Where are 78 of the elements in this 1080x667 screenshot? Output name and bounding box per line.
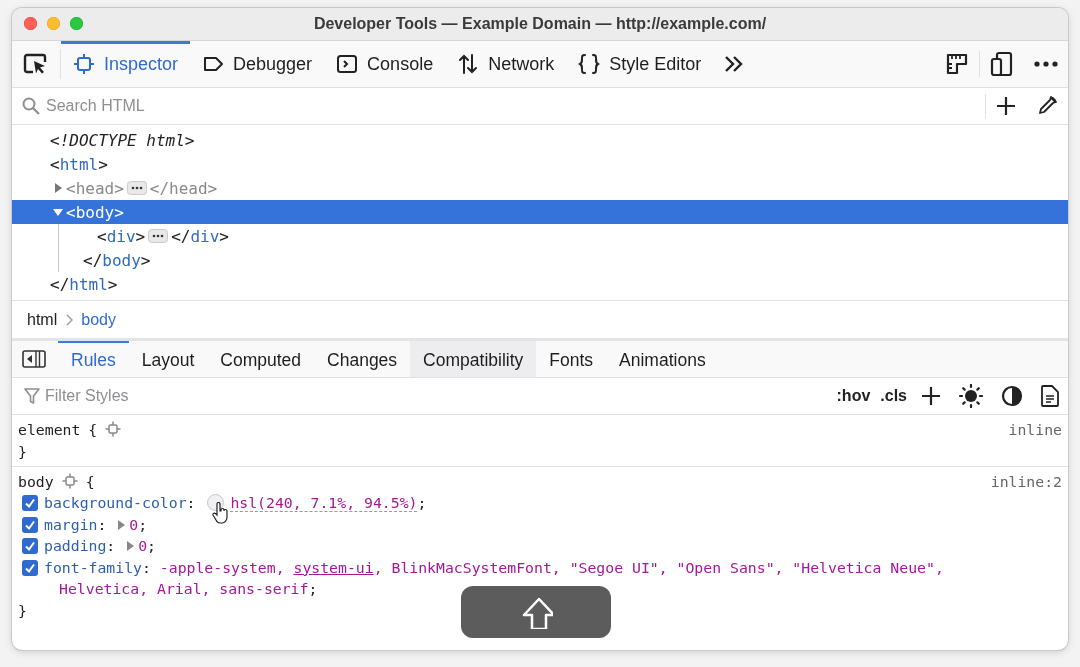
toolbar-tab[interactable]: Console bbox=[324, 41, 446, 87]
tag-text: </div> bbox=[171, 226, 229, 246]
sidebar-tab[interactable]: Computed bbox=[207, 341, 315, 377]
braces-icon bbox=[578, 53, 601, 75]
sidebar-toggle-icon bbox=[22, 350, 46, 368]
check-icon bbox=[24, 497, 36, 509]
chevron-right-icon bbox=[65, 313, 74, 326]
css-declaration[interactable]: font-family: -apple-system, system-ui, BlinkMacSystemFont, "Segoe UI", "Open Sans", "Helvetica Neue", Helvetica, Arial, sans-serif; bbox=[44, 556, 986, 600]
expand-triangle-icon bbox=[126, 541, 135, 551]
markup-node[interactable]: <div> </div> bbox=[59, 224, 1068, 248]
tag-text: </html> bbox=[50, 274, 118, 294]
rule-selector: body bbox=[18, 472, 54, 490]
document-icon bbox=[1041, 385, 1059, 407]
crosshair-box-icon bbox=[73, 53, 95, 75]
ellipsis-icon bbox=[1034, 61, 1058, 67]
rule-source-link[interactable]: inline bbox=[1008, 420, 1062, 438]
filter-field[interactable]: Filter Styles bbox=[40, 386, 832, 406]
sidebar-tab[interactable]: Layout bbox=[128, 341, 208, 377]
declaration-checkbox[interactable] bbox=[22, 538, 38, 554]
tag-text: <head> bbox=[66, 178, 124, 198]
search-icon bbox=[22, 97, 40, 115]
brace-text: } bbox=[18, 442, 27, 460]
brace-text: { bbox=[85, 472, 95, 490]
css-declaration[interactable]: padding: 0; bbox=[44, 535, 157, 557]
toolbar-tab[interactable]: Network bbox=[445, 41, 567, 87]
sidebar-tab[interactable]: Changes bbox=[314, 341, 411, 377]
sidebar-tab[interactable]: Fonts bbox=[536, 341, 607, 377]
expand-triangle-icon bbox=[117, 519, 126, 530]
markup-node[interactable]: <head> </head> bbox=[12, 176, 1068, 200]
declaration-checkbox[interactable] bbox=[22, 495, 38, 511]
pseudo-class-toggle[interactable]: .cls bbox=[875, 387, 912, 405]
check-icon bbox=[24, 540, 36, 552]
close-button[interactable] bbox=[24, 17, 37, 30]
crosshair-box-icon[interactable] bbox=[105, 421, 122, 437]
sidebar-tab[interactable]: Animations bbox=[606, 341, 719, 377]
expanded-triangle-icon[interactable] bbox=[53, 207, 63, 217]
declaration-checkbox[interactable] bbox=[22, 516, 38, 533]
cursor-box-icon bbox=[23, 52, 49, 76]
funnel-icon bbox=[24, 387, 40, 405]
pointer-hand-icon bbox=[211, 502, 230, 524]
sidebar-tab[interactable]: Compatibility bbox=[410, 341, 537, 377]
terminal-icon bbox=[336, 53, 359, 75]
markup-node[interactable]: <html> bbox=[12, 152, 1068, 176]
rule-source-link[interactable]: inline:2 bbox=[990, 472, 1062, 490]
tag-text: </head> bbox=[149, 178, 218, 198]
up-down-arrows-icon bbox=[457, 53, 480, 75]
contrast-icon bbox=[1001, 385, 1023, 407]
check-icon bbox=[24, 518, 36, 531]
ellipsis-badge-icon[interactable] bbox=[148, 229, 169, 243]
tag-text: </body> bbox=[83, 250, 151, 270]
rule-selector: element bbox=[18, 420, 81, 438]
search-field[interactable]: Search HTML bbox=[40, 97, 985, 115]
sun-icon bbox=[959, 384, 983, 408]
toolbar-tab[interactable]: Inspector bbox=[61, 41, 191, 87]
pseudo-class-toggle[interactable]: :hov bbox=[831, 387, 876, 405]
plus-icon bbox=[921, 386, 941, 406]
tag-text: <html> bbox=[50, 154, 108, 174]
brace-text: { bbox=[88, 420, 98, 438]
breadcrumb[interactable]: html bbox=[27, 310, 58, 329]
collapsed-triangle-icon[interactable] bbox=[53, 183, 63, 193]
declaration-checkbox[interactable] bbox=[22, 559, 38, 576]
ruler-icon bbox=[945, 52, 969, 76]
toolbar-tab[interactable]: Debugger bbox=[190, 41, 325, 87]
markup-node[interactable]: <body> bbox=[12, 200, 1068, 224]
breadcrumb[interactable]: body bbox=[81, 310, 116, 329]
crosshair-box-icon[interactable] bbox=[61, 473, 78, 489]
sidebar-tab[interactable]: Rules bbox=[58, 341, 129, 377]
check-icon bbox=[24, 561, 36, 574]
doctype-text: <!DOCTYPE html> bbox=[50, 130, 195, 150]
tag-text: <body> bbox=[66, 202, 124, 222]
toolbar-tab[interactable]: Style Editor bbox=[566, 41, 714, 87]
plus-icon bbox=[996, 96, 1016, 116]
tag-text: <div> bbox=[97, 226, 146, 246]
ellipsis-badge-icon[interactable] bbox=[126, 181, 147, 195]
window-title: Developer Tools — Example Domain — http://example.com/ bbox=[313, 15, 767, 33]
devices-icon bbox=[990, 51, 1014, 77]
brace-text: } bbox=[18, 602, 27, 619]
css-declaration[interactable]: margin: 0; bbox=[44, 513, 148, 535]
